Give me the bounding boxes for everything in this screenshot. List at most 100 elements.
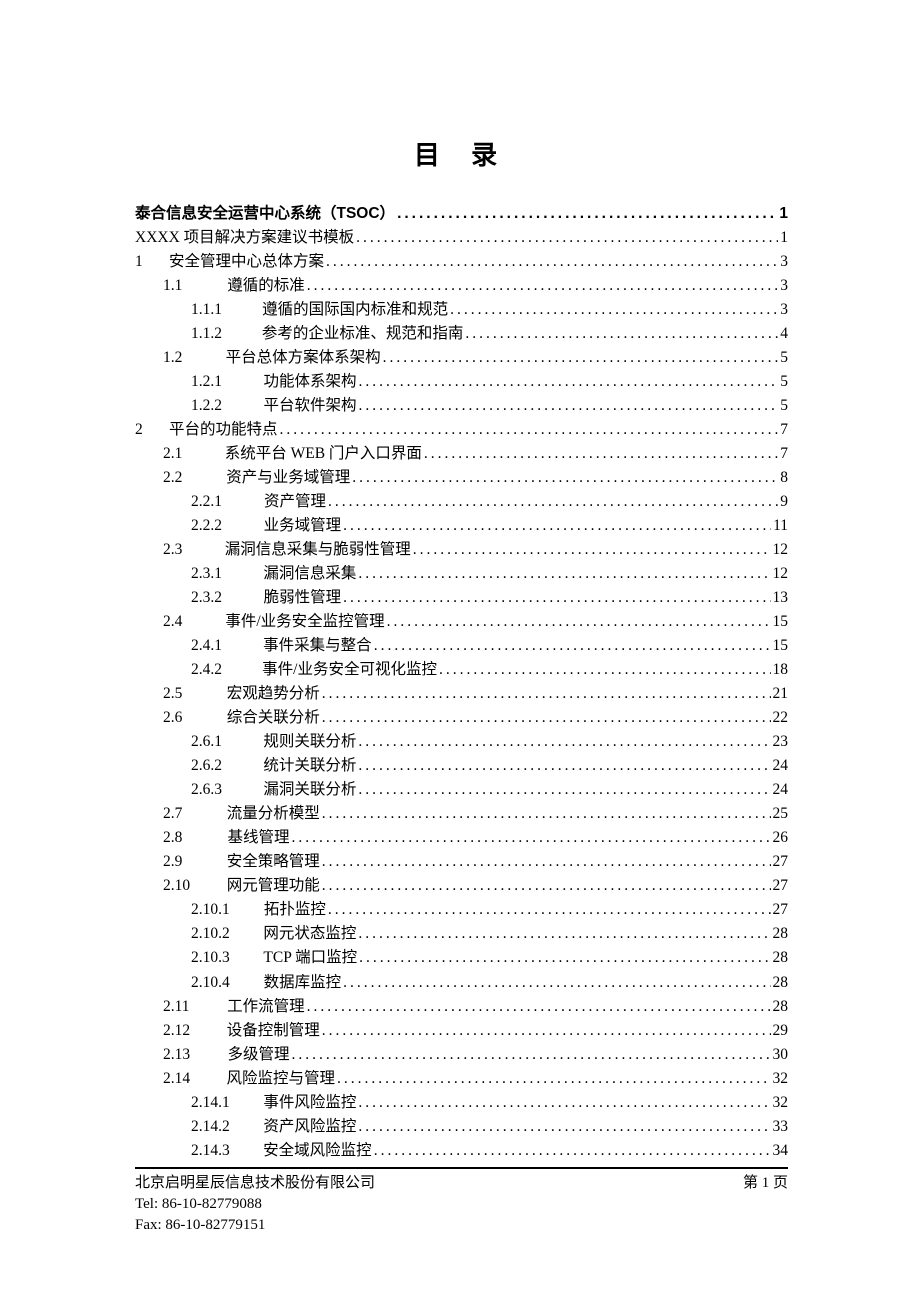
toc-leader-dots — [395, 202, 777, 226]
toc-page-number: 24 — [771, 754, 789, 778]
toc-number: 2.5 — [163, 682, 217, 706]
toc-title-text: 基线管理 — [227, 826, 289, 850]
toc-page-number: 34 — [771, 1139, 789, 1163]
toc-entry: 1.1遵循的标准 3 — [135, 274, 788, 298]
toc-page-number: 15 — [771, 634, 789, 658]
footer-tel: Tel: 86-10-82779088 — [135, 1194, 375, 1215]
toc-entry: 2.4 事件/业务安全监控管理 15 — [135, 610, 788, 634]
toc-title-text: 平台软件架构 — [264, 394, 357, 418]
toc-title-text: 事件采集与整合 — [263, 634, 372, 658]
toc-number: 2.2 — [163, 466, 217, 490]
toc-entry: 2.6综合关联分析 22 — [135, 706, 788, 730]
toc-number: 2.14.1 — [191, 1091, 257, 1115]
toc-title: 目 录 — [135, 135, 788, 172]
toc-entry: 2.4.1事件采集与整合 15 — [135, 634, 788, 658]
page-footer: 北京启明星辰信息技术股份有限公司 Tel: 86-10-82779088 Fax… — [135, 1167, 788, 1236]
toc-entry: 2.3.2脆弱性管理 13 — [135, 586, 788, 610]
toc-entry: 2.6.2统计关联分析 24 — [135, 754, 788, 778]
toc-page-number: 27 — [771, 898, 789, 922]
document-page: 目 录 泰合信息安全运营中心系统（TSOC） 1XXXX 项目解决方案建议书模板… — [0, 0, 920, 1302]
toc-page-number: 33 — [771, 1115, 789, 1139]
toc-entry: 泰合信息安全运营中心系统（TSOC） 1 — [135, 202, 788, 226]
toc-page-number: 7 — [778, 418, 788, 442]
toc-number: 2.14 — [163, 1067, 217, 1091]
toc-title-text: 功能体系架构 — [264, 370, 357, 394]
toc-page-number: 27 — [771, 850, 789, 874]
toc-leader-dots — [341, 514, 771, 538]
toc-title-text: 风险监控与管理 — [226, 1067, 335, 1091]
toc-title-text: 系统平台 WEB 门户入口界面 — [225, 442, 422, 466]
toc-leader-dots — [372, 634, 771, 658]
toc-page-number: 3 — [778, 298, 788, 322]
toc-page-number: 15 — [771, 610, 789, 634]
toc-leader-dots — [381, 346, 779, 370]
toc-page-number: 32 — [771, 1067, 789, 1091]
toc-entry: 2.10.3TCP 端口监控 28 — [135, 946, 788, 970]
toc-title-text: 网元管理功能 — [227, 874, 320, 898]
toc-page-number: 11 — [771, 514, 788, 538]
toc-entry: 2.13多级管理 30 — [135, 1043, 788, 1067]
toc-title-text: 资产风险监控 — [263, 1115, 356, 1139]
toc-leader-dots — [357, 946, 770, 970]
toc-page-number: 3 — [778, 274, 788, 298]
toc-title-text: 平台总体方案体系架构 — [226, 346, 381, 370]
toc-title-text: 事件/业务安全监控管理 — [225, 610, 384, 634]
toc-page-number: 13 — [771, 586, 789, 610]
toc-leader-dots — [341, 586, 770, 610]
toc-leader-dots — [278, 418, 779, 442]
toc-page-number: 23 — [771, 730, 789, 754]
toc-title-text: 资产管理 — [264, 490, 326, 514]
toc-leader-dots — [320, 1019, 771, 1043]
toc-number: 1.2.1 — [191, 370, 257, 394]
toc-entry: 2.3漏洞信息采集与脆弱性管理 12 — [135, 538, 788, 562]
toc-title-text: 漏洞信息采集与脆弱性管理 — [225, 538, 411, 562]
toc-title-text: 参考的企业标准、规范和指南 — [262, 322, 464, 346]
toc-entry: 2.6.3漏洞关联分析 24 — [135, 778, 788, 802]
toc-number: 2.7 — [163, 802, 217, 826]
toc-number: 2.9 — [163, 850, 217, 874]
toc-page-number: 30 — [771, 1043, 789, 1067]
toc-entry: 2.12设备控制管理 29 — [135, 1019, 788, 1043]
toc-number: 2.4 — [163, 610, 217, 634]
toc-number: 2.4.1 — [191, 634, 257, 658]
toc-number: 1.1 — [163, 274, 217, 298]
toc-entry: 2.14 风险监控与管理 32 — [135, 1067, 788, 1091]
toc-number: 2.11 — [163, 995, 217, 1019]
toc-page-number: 7 — [778, 442, 788, 466]
toc-leader-dots — [326, 490, 778, 514]
toc-entry: 2.10.2网元状态监控 28 — [135, 922, 788, 946]
toc-title-text: 事件风险监控 — [263, 1091, 356, 1115]
toc-entry: XXXX 项目解决方案建议书模板 1 — [135, 226, 788, 250]
toc-body: 泰合信息安全运营中心系统（TSOC） 1XXXX 项目解决方案建议书模板 11 安… — [135, 202, 788, 1163]
toc-title-text: 工作流管理 — [227, 995, 305, 1019]
toc-page-number: 1 — [777, 202, 788, 226]
toc-entry: 1.2.2平台软件架构 5 — [135, 394, 788, 418]
toc-title-text: 安全管理中心总体方案 — [169, 250, 324, 274]
toc-leader-dots — [411, 538, 771, 562]
toc-leader-dots — [357, 370, 779, 394]
toc-title-text: 平台的功能特点 — [169, 418, 278, 442]
toc-entry: 1.1.1遵循的国际国内标准和规范 3 — [135, 298, 788, 322]
toc-leader-dots — [356, 922, 770, 946]
toc-title-text: TCP 端口监控 — [263, 946, 357, 970]
toc-number: 2.14.3 — [191, 1139, 257, 1163]
toc-page-number: 28 — [771, 995, 789, 1019]
toc-page-number: 1 — [778, 226, 788, 250]
toc-number: 2.3 — [163, 538, 217, 562]
toc-page-number: 4 — [778, 322, 788, 346]
toc-title-text: 数据库监控 — [264, 971, 342, 995]
toc-entry: 2.7流量分析模型 25 — [135, 802, 788, 826]
toc-title-text: 漏洞关联分析 — [263, 778, 356, 802]
toc-leader-dots — [437, 658, 771, 682]
toc-leader-dots — [356, 1091, 770, 1115]
toc-entry: 2平台的功能特点 7 — [135, 418, 788, 442]
toc-entry: 2.8基线管理 26 — [135, 826, 788, 850]
toc-entry: 2.4.2事件/业务安全可视化监控 18 — [135, 658, 788, 682]
toc-page-number: 26 — [771, 826, 789, 850]
toc-title-text: 安全策略管理 — [227, 850, 320, 874]
toc-number: 2.2.2 — [191, 514, 257, 538]
toc-title-text: 拓扑监控 — [264, 898, 326, 922]
toc-title-text: 脆弱性管理 — [264, 586, 342, 610]
toc-entry: 2.10.4数据库监控 28 — [135, 971, 788, 995]
toc-title-text: 事件/业务安全可视化监控 — [262, 658, 437, 682]
